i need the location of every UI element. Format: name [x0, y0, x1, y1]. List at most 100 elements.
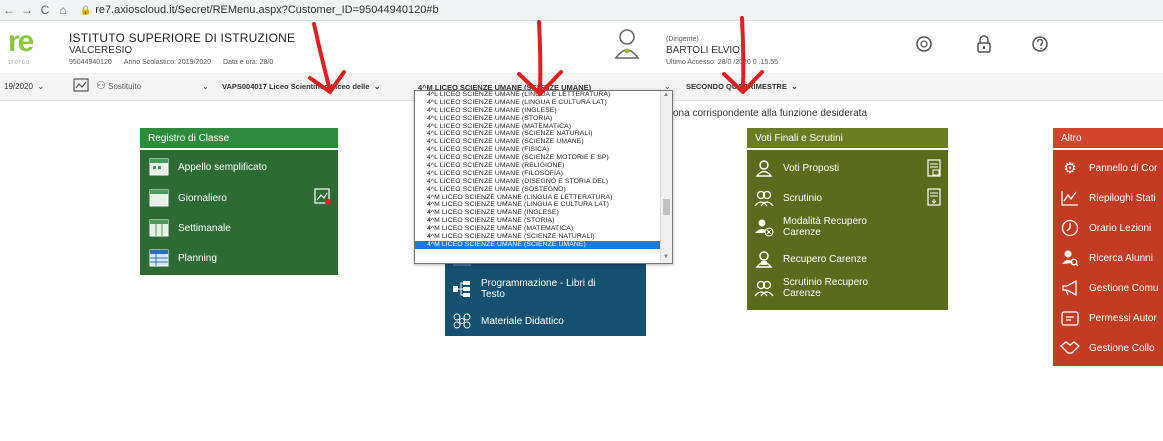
pannello-controllo-label: Pannello di Cor [1089, 162, 1158, 174]
class-option[interactable]: 4^L LICEO SCIENZE UMANE (SCIENZE MOTORIE… [415, 154, 661, 162]
class-select-dropdown[interactable]: 4^L LICEO SCIENZE UMANE (LINGUA E LETTER… [414, 90, 673, 264]
altro-panel: ⚙ Pannello di Cor Riepiloghi Stati Orari… [1053, 150, 1163, 366]
red-arrow-center [517, 20, 563, 96]
address-bar[interactable]: 🔒 re7.axioscloud.it/Secret/REMenu.aspx?C… [80, 4, 439, 16]
forward-icon[interactable]: → [18, 3, 36, 17]
class-option[interactable]: 4^L LICEO SCIENZE UMANE (FILOSOFIA) [415, 170, 661, 178]
ricerca-alunni-label: Ricerca Alunni [1089, 252, 1153, 264]
class-option[interactable]: 4^L LICEO SCIENZE UMANE (FISICA) [415, 146, 661, 154]
calendar-day-icon [148, 188, 170, 208]
user-avatar-icon[interactable] [614, 27, 640, 63]
riepiloghi-label: Riepiloghi Stati [1089, 192, 1156, 204]
person-search-icon [1059, 248, 1081, 268]
class-option[interactable]: 4^L LICEO SCIENZE UMANE (SOSTEGNO) [415, 186, 661, 194]
chevron-down-icon[interactable]: ⌄ [202, 82, 209, 91]
support-icon[interactable] [915, 35, 933, 53]
edit-register-icon[interactable] [314, 188, 332, 206]
dropdown-scrollbar[interactable]: ▲ ▼ [660, 91, 672, 263]
class-option[interactable]: 4^M LICEO SCIENZE UMANE (SCIENZE UMANE) [415, 240, 661, 249]
person-icon [753, 158, 775, 178]
class-option[interactable]: 4^M LICEO SCIENZE UMANE (SCIENZE NATURAL… [415, 233, 661, 241]
substitute-toggle[interactable]: ⚇ Sostituito [96, 79, 141, 92]
recupero-carenze-item[interactable]: Recupero Carenze [753, 249, 867, 269]
browser-bar: ← → C ⌂ 🔒 re7.axioscloud.it/Secret/REMen… [0, 0, 1163, 21]
chevron-down-icon: ⌄ [35, 82, 45, 91]
clock-icon [1059, 218, 1081, 238]
giornaliero-item[interactable]: Giornaliero [148, 188, 227, 208]
gestione-colloqui-item[interactable]: Gestione Collo [1059, 338, 1155, 358]
home-icon[interactable]: ⌂ [54, 3, 72, 17]
group-badge-icon [753, 278, 775, 298]
school-name: ISTITUTO SUPERIORE DI ISTRUZIONE [69, 31, 296, 45]
class-register-icon[interactable] [73, 78, 89, 92]
registro-panel: Appello semplificato Giornaliero Settima… [140, 150, 338, 275]
handshake-icon [1059, 338, 1081, 358]
programmazione-item[interactable]: Programmazione - Libri di Testo [451, 278, 621, 300]
planning-label: Planning [178, 252, 217, 264]
lock-icon: 🔒 [80, 4, 92, 15]
settimanale-item[interactable]: Settimanale [148, 218, 231, 238]
class-option[interactable]: 4^L LICEO SCIENZE UMANE (RELIGIONE) [415, 162, 661, 170]
modalita-recupero-item[interactable]: Modalità Recupero Carenze [753, 216, 903, 238]
help-icon[interactable] [1031, 35, 1049, 53]
gestione-colloqui-label: Gestione Collo [1089, 342, 1155, 354]
giornaliero-label: Giornaliero [178, 192, 227, 204]
recupero-carenze-label: Recupero Carenze [783, 253, 867, 265]
permessi-autorizzazioni-item[interactable]: Permessi Autor [1059, 308, 1157, 328]
class-option[interactable]: 4^L LICEO SCIENZE UMANE (SCIENZE NATURAL… [415, 130, 661, 138]
year-select-value: 19/2020 [4, 82, 33, 91]
reload-icon[interactable]: C [36, 3, 54, 17]
scrollbar-thumb[interactable] [663, 199, 670, 215]
permission-icon [1059, 308, 1081, 328]
date-label: Data e ora: 28/0 [223, 59, 274, 66]
altro-panel-title: Altro [1053, 128, 1163, 149]
voti-panel: Voti Proposti Scrutinio Modalità Recuper… [747, 150, 948, 310]
year-select[interactable]: 19/2020 ⌄ [4, 82, 44, 91]
materiale-didattico-label: Materiale Didattico [481, 315, 564, 327]
class-options-list: 4^L LICEO SCIENZE UMANE (LINGUA E LETTER… [415, 91, 661, 249]
class-option[interactable]: 4^L LICEO SCIENZE UMANE (STORIA) [415, 115, 661, 123]
school-year: Anno Scolastico: 2019/2020 [123, 59, 212, 66]
back-icon[interactable]: ← [0, 3, 18, 17]
riepiloghi-item[interactable]: Riepiloghi Stati [1059, 188, 1156, 208]
instruction-text: ona corrispondente alla funzione desider… [673, 108, 868, 119]
planning-grid-icon [148, 248, 170, 268]
red-arrow-right [722, 16, 764, 94]
chevron-down-icon: ⌄ [788, 82, 798, 91]
person-badge-icon [753, 249, 775, 269]
class-option[interactable]: 4^M LICEO SCIENZE UMANE (STORIA) [415, 217, 661, 225]
document-download-icon[interactable] [927, 188, 941, 206]
voti-proposti-item[interactable]: Voti Proposti [753, 158, 839, 178]
logo-text: re [8, 25, 34, 58]
scrutinio-item[interactable]: Scrutinio [753, 188, 822, 208]
class-option[interactable]: 4^L LICEO SCIENZE UMANE (SCIENZE UMANE) [415, 138, 661, 146]
scroll-down-icon[interactable]: ▼ [663, 254, 669, 260]
class-option[interactable]: 4^M LICEO SCIENZE UMANE (LINGUA E CULTUR… [415, 201, 661, 209]
class-option[interactable]: 4^M LICEO SCIENZE UMANE (INGLESE) [415, 209, 661, 217]
class-option[interactable]: 4^L LICEO SCIENZE UMANE (INGLESE) [415, 107, 661, 115]
class-option[interactable]: 4^L LICEO SCIENZE UMANE (DISEGNO E STORI… [415, 178, 661, 186]
class-option[interactable]: 4^M LICEO SCIENZE UMANE (LINGUA E LETTER… [415, 194, 661, 202]
planning-item[interactable]: Planning [148, 248, 217, 268]
school-meta: 95044940120 Anno Scolastico: 2019/2020 D… [69, 59, 273, 66]
appello-semplificato-item[interactable]: Appello semplificato [148, 157, 267, 177]
scrutinio-recupero-item[interactable]: Scrutinio Recupero Carenze [753, 277, 903, 299]
class-option[interactable]: 4^L LICEO SCIENZE UMANE (MATEMATICA) [415, 123, 661, 131]
class-option[interactable]: 4^L LICEO SCIENZE UMANE (LINGUA E CULTUR… [415, 99, 661, 107]
permessi-autorizzazioni-label: Permessi Autor [1089, 312, 1157, 324]
class-option[interactable]: 4^M LICEO SCIENZE UMANE (MATEMATICA) [415, 225, 661, 233]
scroll-up-icon[interactable]: ▲ [663, 92, 669, 98]
school-code: 95044940120 [69, 59, 112, 66]
registro-panel-title: Registro di Classe [140, 128, 338, 149]
app-logo[interactable]: re 17.07.0.0 [8, 27, 48, 69]
app-root: ← → C ⌂ 🔒 re7.axioscloud.it/Secret/REMen… [0, 0, 1163, 441]
calendar-icon [148, 157, 170, 177]
lock-icon[interactable] [975, 35, 993, 53]
materiale-didattico-item[interactable]: Materiale Didattico [451, 311, 564, 331]
orario-lezioni-item[interactable]: Orario Lezioni [1059, 218, 1151, 238]
gestione-comunicazioni-item[interactable]: Gestione Comu [1059, 278, 1158, 298]
document-grade-icon[interactable] [927, 159, 941, 177]
group-network-icon [451, 311, 473, 331]
ricerca-alunni-item[interactable]: Ricerca Alunni [1059, 248, 1153, 268]
pannello-controllo-item[interactable]: ⚙ Pannello di Cor [1059, 158, 1157, 178]
